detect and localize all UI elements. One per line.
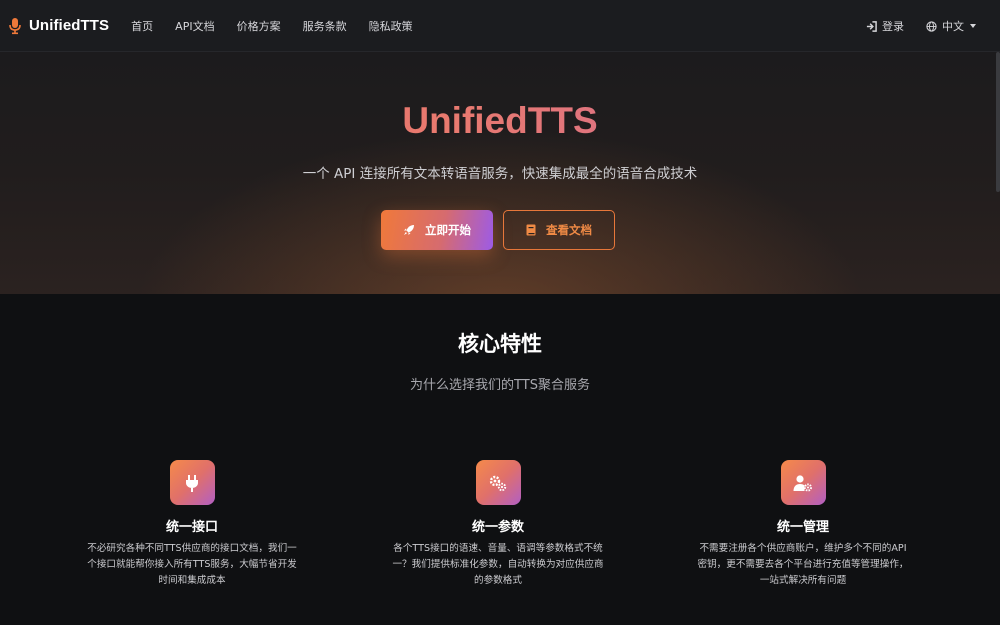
nav-right: 登录 中文	[866, 0, 976, 52]
hero-title: UnifiedTTS	[0, 100, 1000, 142]
feature-title: 统一参数	[471, 520, 524, 535]
feature-card-unified-interface: 统一接口 不必研究各种不同TTS供应商的接口文档，我们一个接口就能帮你接入所有T…	[77, 460, 307, 589]
top-navbar: UnifiedTTS 首页 API文档 价格方案 服务条款 隐私政策 登录 中文	[0, 0, 1000, 52]
feature-description: 不必研究各种不同TTS供应商的接口文档，我们一个接口就能帮你接入所有TTS服务，…	[87, 543, 297, 586]
hero-section: UnifiedTTS 一个 API 连接所有文本转语音服务，快速集成最全的语音合…	[0, 52, 1000, 294]
get-started-button[interactable]: 立即开始	[381, 210, 493, 250]
language-selector[interactable]: 中文	[926, 18, 976, 34]
rocket-icon	[404, 225, 414, 235]
feature-description: 各个TTS接口的语速、音量、语调等参数格式不统一？我们提供标准化参数，自动转换为…	[392, 543, 604, 586]
feature-card-unified-params: 统一参数 各个TTS接口的语速、音量、语调等参数格式不统一？我们提供标准化参数，…	[383, 460, 613, 589]
globe-icon	[926, 20, 937, 32]
user-gear-icon	[780, 460, 826, 505]
chevron-down-icon	[970, 24, 976, 28]
view-docs-label: 查看文档	[546, 223, 592, 237]
brand-name: UnifiedTTS	[29, 17, 110, 34]
sign-in-icon	[866, 20, 877, 32]
feature-card-unified-management: 统一管理 不需要注册各个供应商账户，维护多个不同的API密钥，更不需要去各个平台…	[688, 460, 918, 589]
nav-link-home[interactable]: 首页	[131, 18, 153, 34]
book-icon	[526, 224, 536, 236]
scrollbar-thumb[interactable]	[996, 52, 1000, 192]
language-label: 中文	[942, 20, 964, 33]
brand[interactable]: UnifiedTTS	[8, 17, 109, 35]
features-subtitle: 为什么选择我们的TTS聚合服务	[410, 378, 590, 393]
login-label: 登录	[882, 20, 904, 33]
gears-icon	[475, 460, 521, 505]
login-button[interactable]: 登录	[866, 18, 904, 34]
get-started-label: 立即开始	[425, 223, 471, 237]
feature-title: 统一接口	[165, 520, 218, 535]
features-title: 核心特性	[458, 332, 542, 356]
feature-description: 不需要注册各个供应商账户，维护多个不同的API密钥，更不需要去各个平台进行充值等…	[697, 543, 909, 586]
nav-link-terms[interactable]: 服务条款	[303, 18, 347, 34]
feature-title: 统一管理	[776, 520, 829, 535]
nav-links: 首页 API文档 价格方案 服务条款 隐私政策	[131, 18, 434, 34]
nav-link-privacy[interactable]: 隐私政策	[369, 18, 413, 34]
hero-subtitle: 一个 API 连接所有文本转语音服务，快速集成最全的语音合成技术	[302, 166, 698, 182]
plug-icon	[169, 460, 215, 505]
nav-link-pricing[interactable]: 价格方案	[237, 18, 281, 34]
view-docs-button[interactable]: 查看文档	[503, 210, 615, 250]
nav-link-api-docs[interactable]: API文档	[175, 18, 214, 34]
microphone-icon	[8, 17, 22, 35]
